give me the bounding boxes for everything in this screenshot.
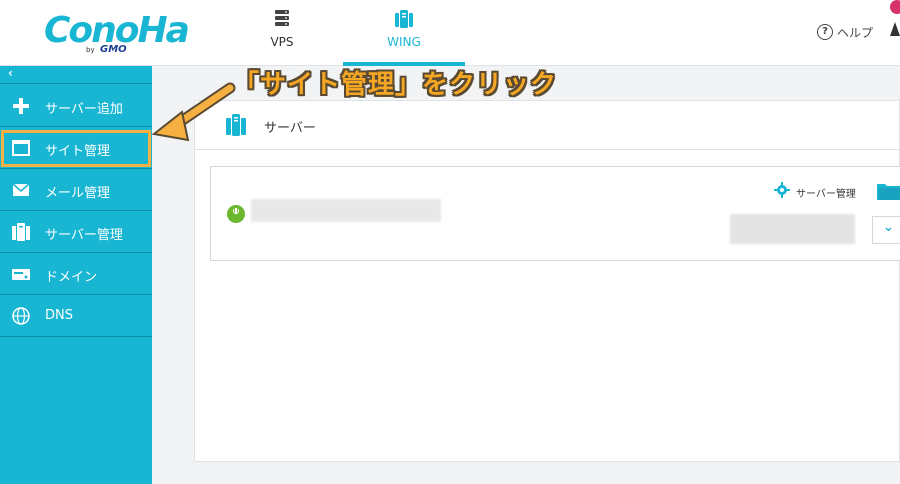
conoha-logo[interactable]: ConoHa by GMO xyxy=(44,8,190,58)
sidebar-item-dns[interactable]: DNS xyxy=(0,295,152,337)
plus-icon xyxy=(11,97,31,115)
user-icon[interactable] xyxy=(890,22,900,36)
annotation-callout: 「サイト管理」をクリック xyxy=(233,70,558,100)
help-label: ヘルプ xyxy=(837,25,874,40)
folder-icon[interactable] xyxy=(876,182,900,200)
blurred-server-info xyxy=(730,214,855,244)
gear-icon xyxy=(774,182,790,202)
sidebar-item-label: メール管理 xyxy=(45,186,111,201)
section-title: サーバー xyxy=(264,121,316,136)
blurred-server-name xyxy=(251,199,441,222)
logo-gmo: GMO xyxy=(100,44,127,55)
server-stack-icon xyxy=(273,9,291,31)
highlight-box xyxy=(1,130,151,167)
sidebar-item-mail-management[interactable]: メール管理 xyxy=(0,169,152,211)
domain-card-icon xyxy=(11,265,31,283)
tab-wing[interactable]: WING xyxy=(343,0,465,66)
sidebar-collapse-button[interactable]: ‹ xyxy=(0,66,152,84)
tab-wing-label: WING xyxy=(387,35,421,49)
server-dropdown-toggle[interactable]: ⌄ xyxy=(872,216,900,244)
annotation-arrow xyxy=(152,82,236,142)
wing-server-icon xyxy=(394,9,414,33)
sidebar-item-domain[interactable]: ドメイン xyxy=(0,253,152,295)
notification-badge[interactable] xyxy=(890,0,900,14)
tab-vps[interactable]: VPS xyxy=(242,0,322,66)
server-icon xyxy=(11,223,31,241)
sidebar-item-label: DNS xyxy=(45,308,73,323)
sidebar-item-label: サーバー追加 xyxy=(45,102,123,117)
chevron-left-icon: ‹ xyxy=(8,66,13,80)
power-status-icon xyxy=(227,205,245,223)
sidebar-item-add-server[interactable]: サーバー追加 xyxy=(0,85,152,127)
tab-vps-label: VPS xyxy=(270,35,294,49)
sidebar-item-label: ドメイン xyxy=(45,270,98,285)
help-icon: ? xyxy=(817,24,833,40)
chevron-down-icon: ⌄ xyxy=(883,220,894,235)
section-header: サーバー xyxy=(194,100,900,150)
mail-icon xyxy=(11,181,31,199)
sidebar-item-label: サーバー管理 xyxy=(45,228,123,243)
server-management-link[interactable]: サーバー管理 xyxy=(774,182,856,202)
top-bar: ConoHa by GMO VPS WING ? ヘルプ xyxy=(0,0,900,66)
sidebar-item-server-management[interactable]: サーバー管理 xyxy=(0,211,152,253)
help-link[interactable]: ? ヘルプ xyxy=(817,22,873,42)
server-management-label: サーバー管理 xyxy=(796,188,856,200)
logo-by: by xyxy=(86,46,95,54)
server-panel xyxy=(194,100,900,462)
globe-icon xyxy=(11,307,31,325)
sidebar: ‹ サーバー追加 サイト管理 メール管理 サーバー管理 ドメイン DNS xyxy=(0,66,152,484)
